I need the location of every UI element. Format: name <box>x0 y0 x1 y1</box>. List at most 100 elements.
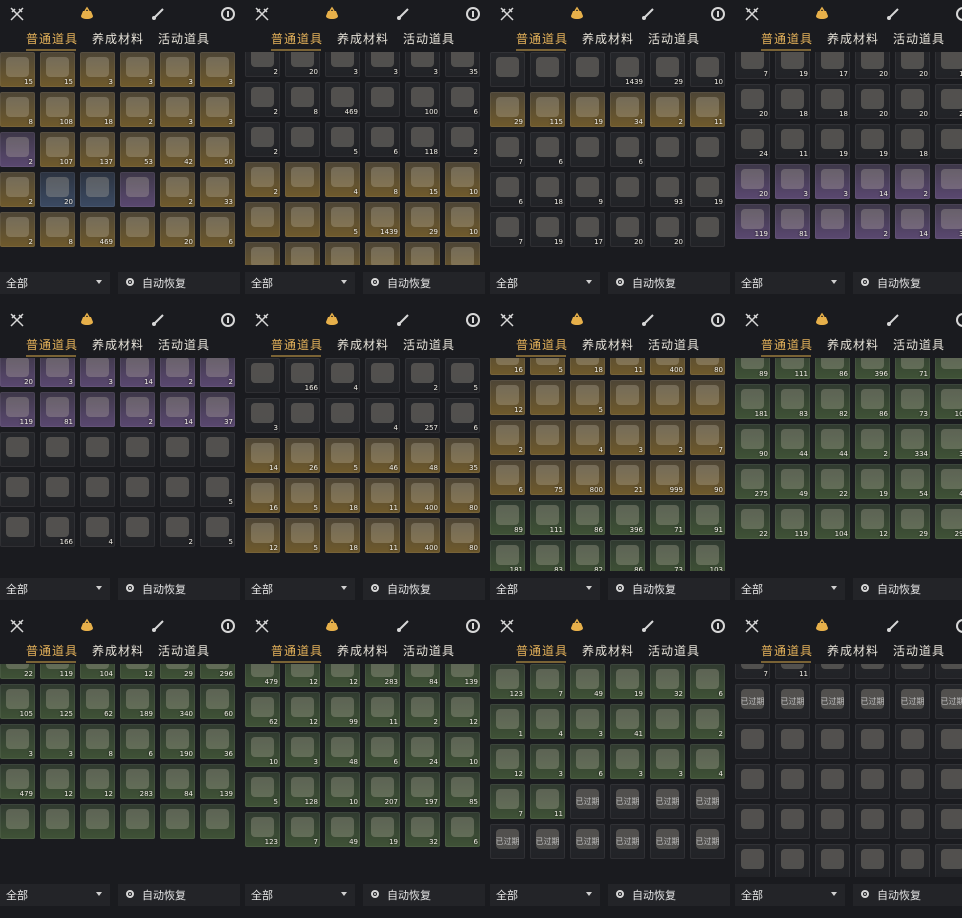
inventory-slot[interactable] <box>530 420 565 455</box>
inventory-slot[interactable]: 22 <box>735 504 770 539</box>
inventory-slot[interactable]: 2 <box>120 92 155 127</box>
tab-2[interactable]: 活动道具 <box>403 30 455 50</box>
inventory-slot[interactable]: 105 <box>0 684 35 719</box>
tab-1[interactable]: 养成材料 <box>92 30 144 50</box>
settings-icon[interactable] <box>954 617 962 635</box>
inventory-slot[interactable]: 29 <box>245 242 280 265</box>
inventory-slot[interactable]: 9 <box>935 124 962 159</box>
inventory-slot[interactable]: 18 <box>80 92 115 127</box>
inventory-slot[interactable]: 18 <box>895 124 930 159</box>
tab-2[interactable]: 活动道具 <box>648 336 700 356</box>
inventory-slot[interactable]: 2 <box>200 358 235 387</box>
inventory-slot[interactable]: 22 <box>815 464 850 499</box>
inventory-slot[interactable]: 2 <box>650 92 685 127</box>
inventory-slot[interactable] <box>80 804 115 839</box>
inventory-slot[interactable]: 1439 <box>365 202 400 237</box>
inventory-slot[interactable]: 14 <box>895 204 930 239</box>
inventory-slot[interactable]: 123 <box>490 664 525 699</box>
inventory-slot[interactable]: 4 <box>325 358 360 393</box>
inventory-slot[interactable]: 14 <box>245 438 280 473</box>
inventory-slot[interactable]: 3 <box>160 52 195 87</box>
inventory-slot[interactable]: 5 <box>325 202 360 237</box>
inventory-slot[interactable]: 80 <box>445 518 480 553</box>
inventory-slot[interactable]: 2 <box>160 512 195 547</box>
inventory-slot[interactable]: 15 <box>405 162 440 197</box>
inventory-slot[interactable]: 19 <box>775 52 810 79</box>
inventory-slot[interactable]: 3 <box>200 92 235 127</box>
inventory-slot[interactable]: 207 <box>365 772 400 807</box>
inventory-slot[interactable]: 10 <box>445 202 480 237</box>
inventory-slot[interactable]: 2 <box>690 704 725 739</box>
inventory-slot[interactable]: 18 <box>570 358 605 375</box>
inventory-slot[interactable]: 11 <box>365 518 400 553</box>
gold-pouch-icon[interactable] <box>813 617 831 635</box>
inventory-slot[interactable]: 5 <box>285 478 320 513</box>
tab-0[interactable]: 普通道具 <box>26 30 78 50</box>
inventory-slot[interactable]: 400 <box>650 358 685 375</box>
inventory-slot[interactable]: 34 <box>365 242 400 265</box>
inventory-slot[interactable]: 已过期 <box>610 824 645 859</box>
inventory-slot[interactable]: 104 <box>80 664 115 679</box>
inventory-slot[interactable]: 257 <box>405 398 440 433</box>
inventory-slot[interactable]: 已过期 <box>610 784 645 819</box>
settings-icon[interactable] <box>954 311 962 329</box>
inventory-slot[interactable]: 20 <box>895 52 930 79</box>
inventory-slot[interactable]: 86 <box>855 384 890 419</box>
category-filter-dropdown[interactable]: 全部 <box>490 272 600 294</box>
inventory-slot[interactable]: 81 <box>40 392 75 427</box>
inventory-slot[interactable] <box>490 52 525 87</box>
brush-icon[interactable] <box>394 311 412 329</box>
tab-1[interactable]: 养成材料 <box>92 336 144 356</box>
crossed-swords-icon[interactable] <box>743 311 761 329</box>
inventory-slot[interactable]: 296 <box>200 664 235 679</box>
inventory-slot[interactable]: 2 <box>405 358 440 393</box>
inventory-slot[interactable]: 469 <box>325 82 360 117</box>
inventory-slot[interactable] <box>245 358 280 393</box>
inventory-slot[interactable] <box>690 380 725 415</box>
inventory-slot[interactable]: 19 <box>855 464 890 499</box>
inventory-slot[interactable]: 11 <box>775 124 810 159</box>
inventory-slot[interactable]: 166 <box>40 512 75 547</box>
category-filter-dropdown[interactable]: 全部 <box>735 884 845 906</box>
auto-restore-button[interactable]: 自动恢复 <box>608 884 730 906</box>
inventory-slot[interactable]: 已过期 <box>650 784 685 819</box>
inventory-slot[interactable] <box>855 844 890 877</box>
inventory-slot[interactable]: 8 <box>40 212 75 247</box>
inventory-slot[interactable] <box>610 380 645 415</box>
auto-restore-button[interactable]: 自动恢复 <box>608 272 730 294</box>
inventory-slot[interactable] <box>775 844 810 877</box>
inventory-slot[interactable]: 6 <box>120 724 155 759</box>
inventory-slot[interactable]: 119 <box>40 664 75 679</box>
inventory-slot[interactable] <box>855 664 890 679</box>
inventory-slot[interactable] <box>775 764 810 799</box>
gold-pouch-icon[interactable] <box>78 5 96 23</box>
brush-icon[interactable] <box>884 617 902 635</box>
inventory-slot[interactable] <box>650 380 685 415</box>
auto-restore-button[interactable]: 自动恢复 <box>608 578 730 600</box>
inventory-slot[interactable]: 已过期 <box>530 824 565 859</box>
inventory-slot[interactable]: 80 <box>690 358 725 375</box>
inventory-slot[interactable] <box>120 804 155 839</box>
inventory-slot[interactable]: 已过期 <box>570 824 605 859</box>
tab-1[interactable]: 养成材料 <box>582 336 634 356</box>
tab-2[interactable]: 活动道具 <box>403 642 455 662</box>
inventory-slot[interactable]: 20 <box>895 84 930 119</box>
inventory-slot[interactable]: 83 <box>530 540 565 571</box>
inventory-slot[interactable] <box>895 804 930 839</box>
inventory-slot[interactable]: 283 <box>120 764 155 799</box>
tab-1[interactable]: 养成材料 <box>582 642 634 662</box>
inventory-slot[interactable]: 20 <box>935 84 962 119</box>
inventory-slot[interactable] <box>160 472 195 507</box>
inventory-slot[interactable]: 10 <box>245 732 280 767</box>
inventory-slot[interactable]: 14 <box>120 358 155 387</box>
tab-2[interactable]: 活动道具 <box>893 642 945 662</box>
inventory-slot[interactable]: 103 <box>690 540 725 571</box>
category-filter-dropdown[interactable]: 全部 <box>245 884 355 906</box>
inventory-slot[interactable]: 115 <box>285 242 320 265</box>
inventory-slot[interactable]: 11 <box>365 692 400 727</box>
inventory-slot[interactable]: 189 <box>120 684 155 719</box>
inventory-slot[interactable]: 10 <box>690 52 725 87</box>
inventory-slot[interactable]: 4 <box>80 512 115 547</box>
inventory-slot[interactable]: 7 <box>935 164 962 199</box>
inventory-slot[interactable]: 8 <box>80 724 115 759</box>
